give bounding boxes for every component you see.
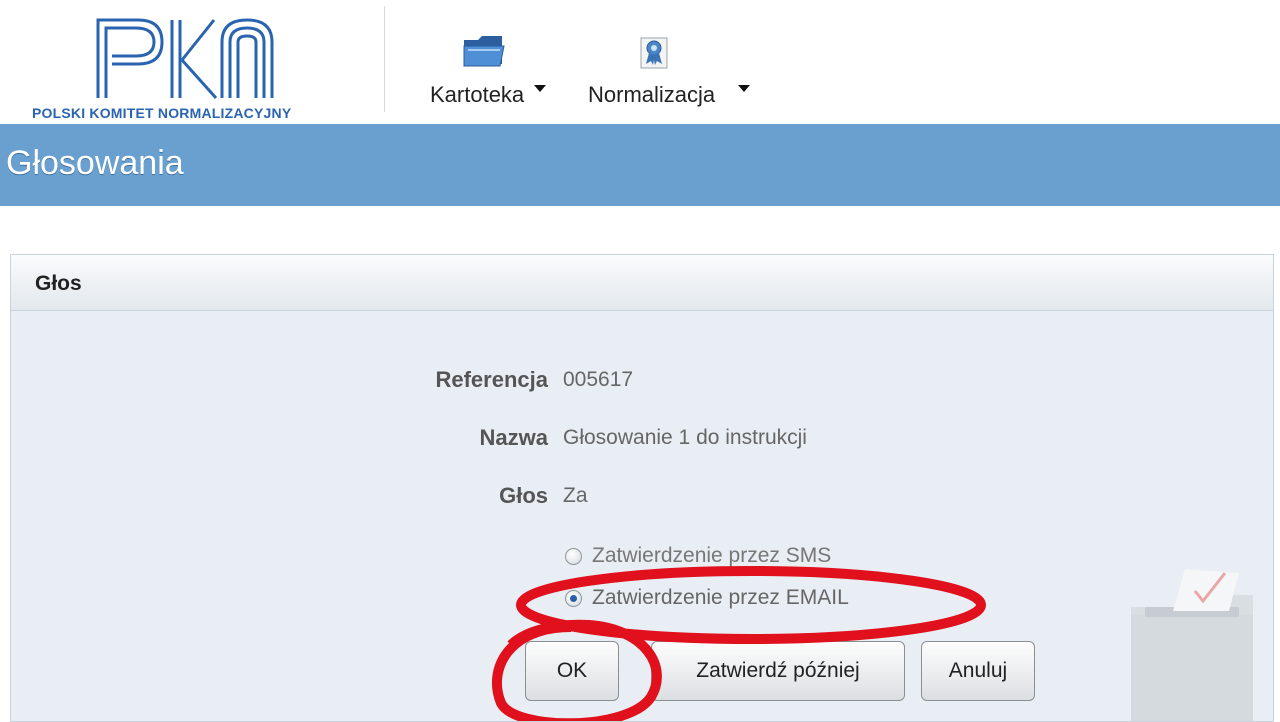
page-title-band: Głosowania [0,124,1280,206]
vote-label: Głos [499,483,548,508]
pkn-logo-mark [96,18,274,100]
cancel-button[interactable]: Anuluj [921,641,1035,701]
menu-normalizacja[interactable]: Normalizacja [588,22,758,118]
chevron-down-icon [738,85,750,92]
panel-title: Głos [35,272,82,295]
vote-value: Za [563,484,588,507]
radio-button[interactable] [565,548,582,565]
confirm-email-label: Zatwierdzenie przez EMAIL [592,586,849,609]
certificate-icon [638,34,672,75]
name-label: Nazwa [479,425,548,450]
panel-header: Głos [11,255,1273,311]
confirm-later-button[interactable]: Zatwierdź później [651,641,905,701]
confirm-sms-label: Zatwierdzenie przez SMS [592,544,832,567]
name-value: Głosowanie 1 do instrukcji [563,426,807,449]
reference-label: Referencja [435,367,548,392]
ok-button[interactable]: OK [525,641,619,701]
confirm-email-radio[interactable]: Zatwierdzenie przez EMAIL [565,585,925,611]
menu-normalizacja-label: Normalizacja [588,82,716,107]
ballot-box-icon [1121,567,1261,721]
pkn-logo[interactable]: POLSKI KOMITET NORMALIZACYJNY [22,12,362,124]
menu-kartoteka-label: Kartoteka [430,82,525,107]
radio-button-selected[interactable] [565,590,582,607]
logo-text: POLSKI KOMITET NORMALIZACYJNY [32,105,292,121]
confirm-sms-radio[interactable]: Zatwierdzenie przez SMS [565,543,925,569]
page-title: Głosowania [6,144,184,182]
header-divider [384,6,385,112]
vote-panel: Głos Referencja 005617 Nazwa Głosowanie … [10,254,1274,722]
folder-icon [462,34,506,73]
top-header: POLSKI KOMITET NORMALIZACYJNY Kartoteka … [0,0,1280,124]
reference-value: 005617 [563,368,634,391]
menu-kartoteka[interactable]: Kartoteka [430,22,560,118]
chevron-down-icon [534,85,546,92]
